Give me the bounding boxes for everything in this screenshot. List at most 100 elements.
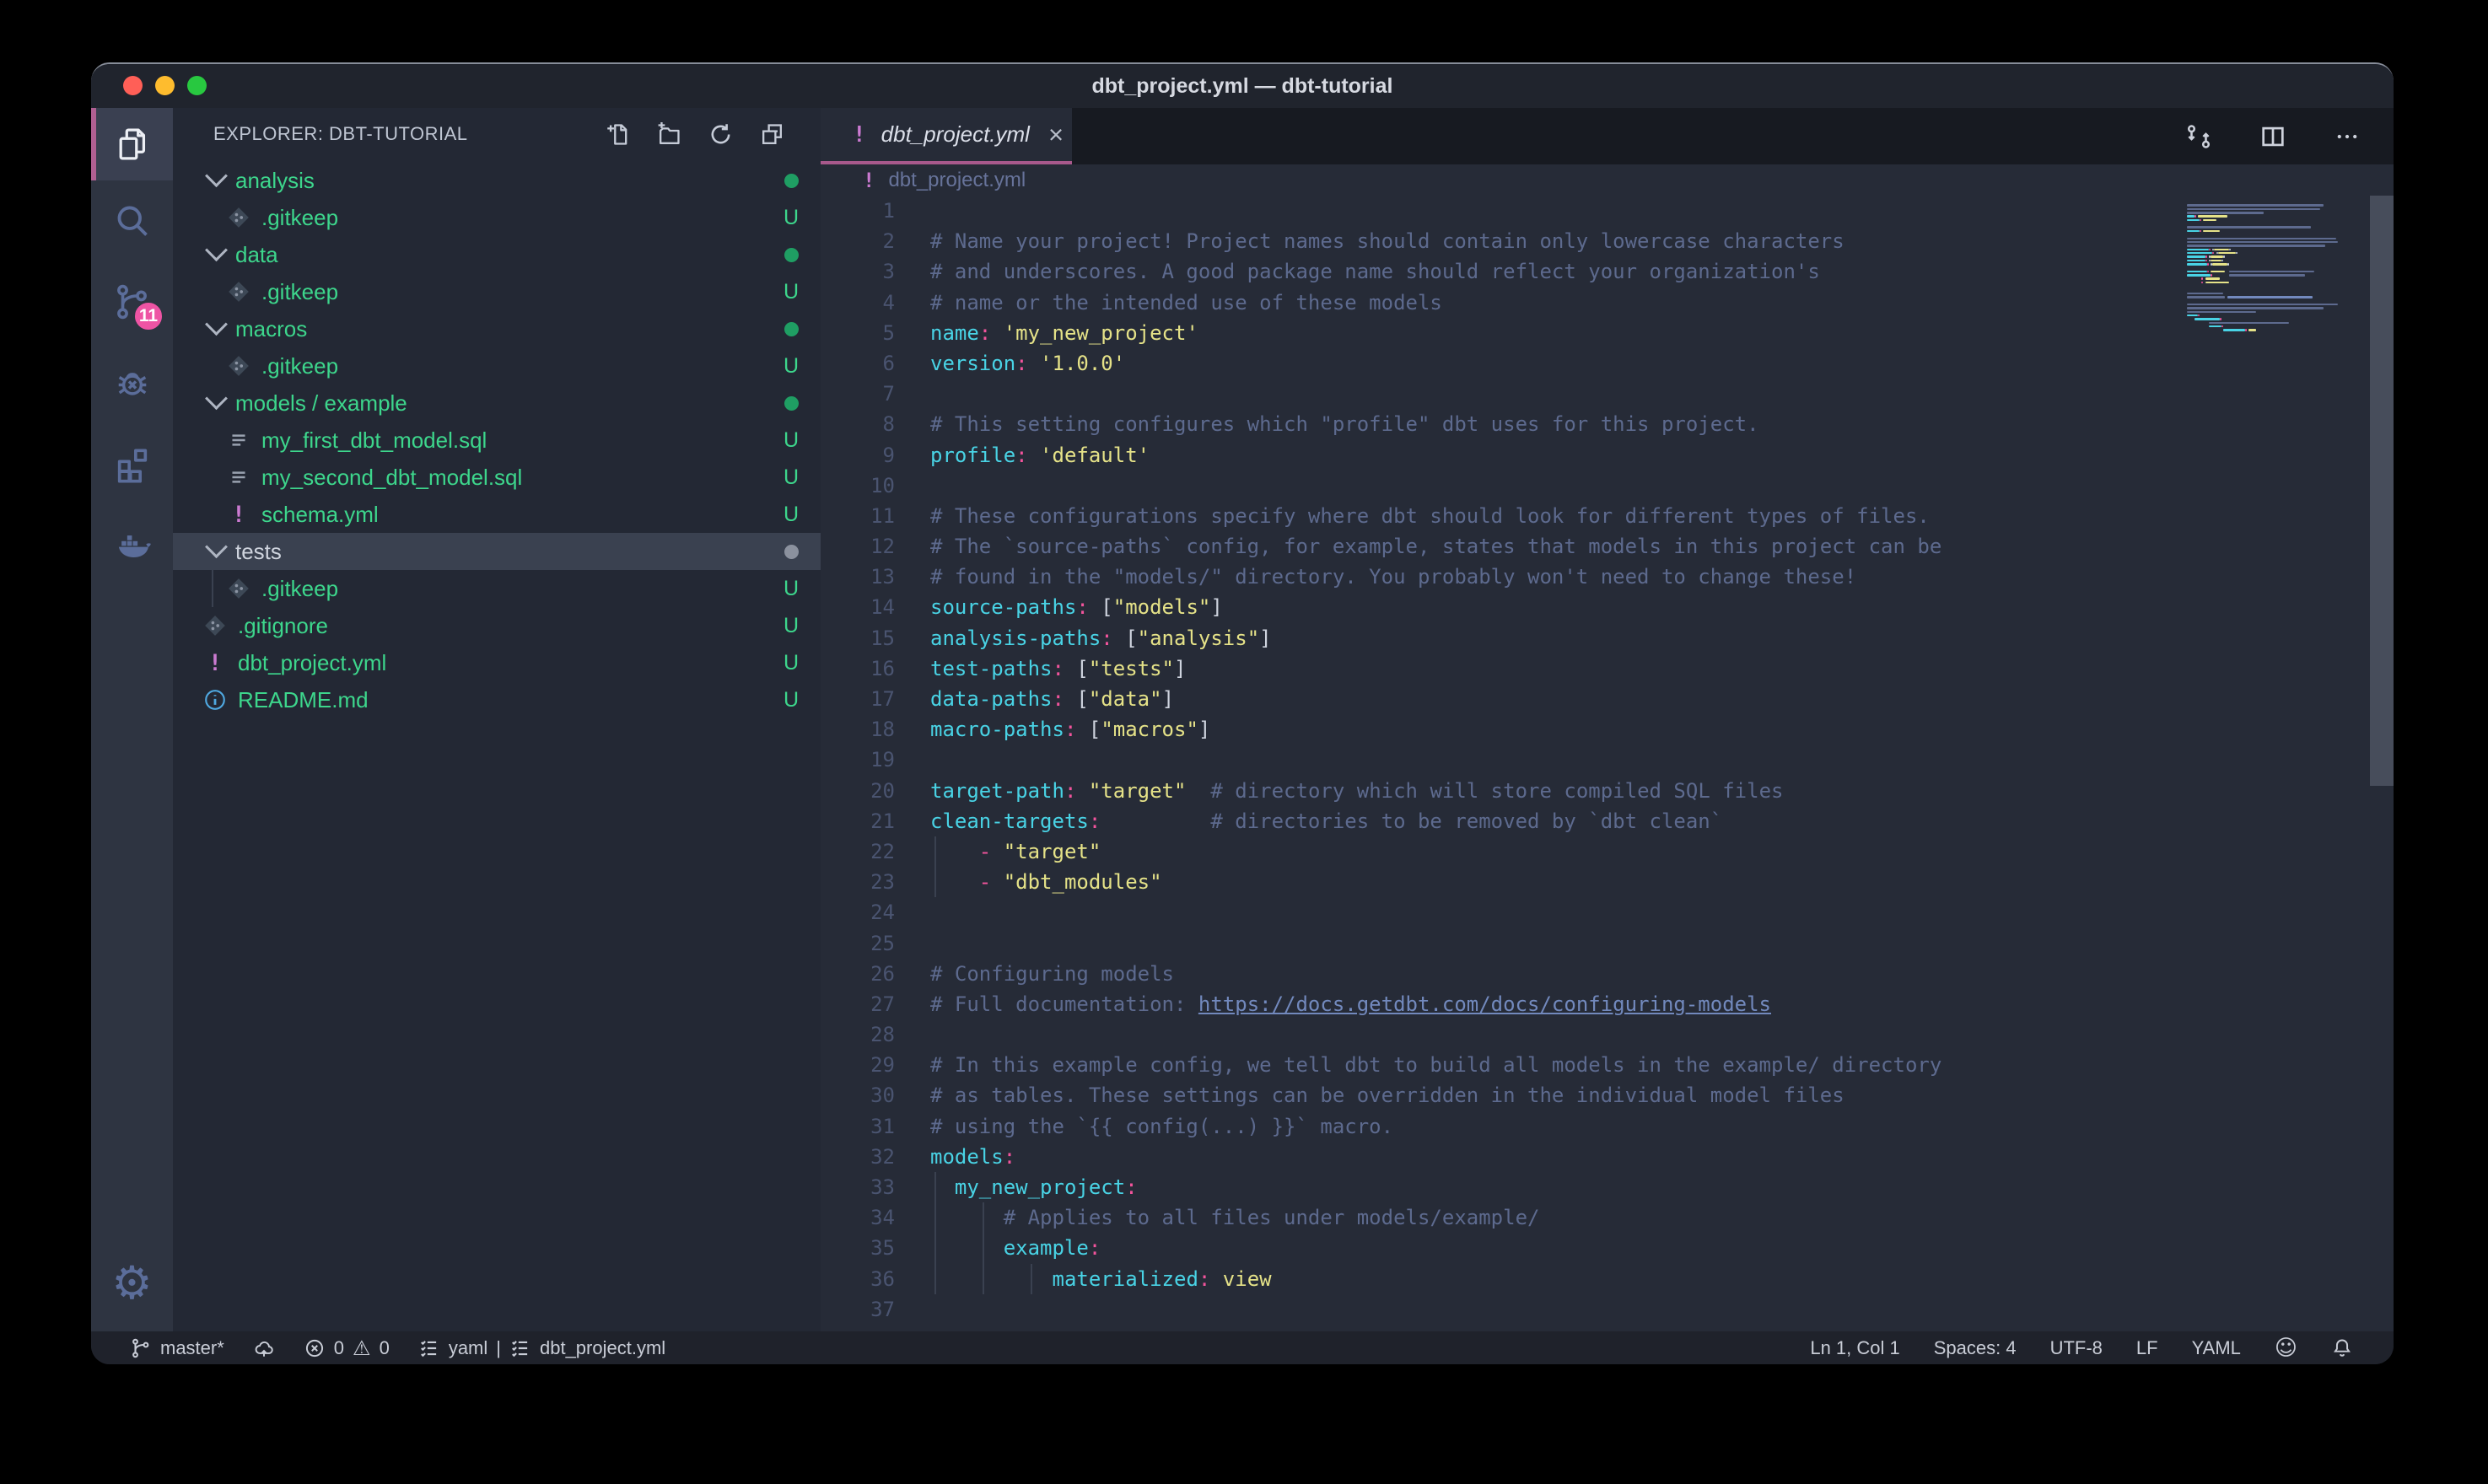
code-line-8[interactable]: 8# This setting configures which "profil… [821, 409, 2394, 439]
tree-file--gitkeep[interactable]: .gitkeepU [173, 347, 821, 384]
code-line-31[interactable]: 31# using the `{{ config(...) }}` macro. [821, 1111, 2394, 1142]
branch-status[interactable]: master* [130, 1337, 224, 1359]
line-number: 24 [821, 897, 895, 928]
eol-setting[interactable]: LF [2136, 1337, 2158, 1359]
activity-extensions[interactable] [91, 423, 173, 504]
tree-file--gitignore[interactable]: .gitignoreU [173, 607, 821, 644]
tab-dbt-project-yml[interactable]: ! dbt_project.yml × [821, 108, 1072, 164]
code-line-4[interactable]: 4# name or the intended use of these mod… [821, 288, 2394, 318]
more-actions-icon[interactable] [2333, 122, 2361, 151]
encoding-setting[interactable]: UTF-8 [2050, 1337, 2103, 1359]
zoom-window-button[interactable] [187, 76, 207, 95]
activity-explorer[interactable] [91, 108, 173, 180]
language-mode[interactable]: YAML [2192, 1337, 2241, 1359]
line-number: 17 [821, 684, 895, 714]
git-file-icon [227, 354, 250, 378]
close-window-button[interactable] [123, 76, 143, 95]
code-line-37[interactable]: 37 [821, 1294, 2394, 1325]
indentation-setting[interactable]: Spaces: 4 [1934, 1337, 2017, 1359]
code-line-30[interactable]: 30# as tables. These settings can be ove… [821, 1080, 2394, 1110]
scrollbar-thumb[interactable] [2370, 196, 2394, 786]
code-line-19[interactable]: 19 [821, 745, 2394, 775]
git-untracked-badge: U [784, 280, 799, 304]
tree-file-my-first-dbt-model-sql[interactable]: my_first_dbt_model.sqlU [173, 422, 821, 459]
code-line-32[interactable]: 32models: [821, 1142, 2394, 1172]
code-line-12[interactable]: 12# The `source-paths` config, for examp… [821, 531, 2394, 562]
code-line-22[interactable]: 22 - "target" [821, 836, 2394, 867]
refresh-icon[interactable] [708, 121, 734, 148]
code-line-3[interactable]: 3# and underscores. A good package name … [821, 256, 2394, 287]
scm-badge: 11 [132, 300, 164, 332]
minimap[interactable] [2187, 196, 2370, 1331]
code-line-28[interactable]: 28 [821, 1019, 2394, 1050]
breadcrumb[interactable]: ! dbt_project.yml [821, 164, 2394, 196]
tree-folder-macros[interactable]: macros [173, 310, 821, 347]
activity-settings[interactable]: ⚙ [91, 1247, 173, 1320]
code-line-9[interactable]: 9profile: 'default' [821, 440, 2394, 470]
code-line-1[interactable]: 1 [821, 196, 2394, 226]
code-line-15[interactable]: 15analysis-paths: ["analysis"] [821, 623, 2394, 653]
yaml-mode-status[interactable]: yaml | dbt_project.yml [418, 1337, 665, 1359]
collapse-folders-icon[interactable] [759, 121, 785, 148]
code-line-16[interactable]: 16test-paths: ["tests"] [821, 653, 2394, 684]
notifications-bell-icon[interactable] [2331, 1337, 2353, 1359]
git-file-icon [227, 206, 250, 229]
feedback-smiley-icon[interactable]: ☺ [2275, 1336, 2297, 1361]
new-folder-icon[interactable] [656, 121, 682, 148]
tree-file-my-second-dbt-model-sql[interactable]: my_second_dbt_model.sqlU [173, 459, 821, 496]
git-untracked-badge: U [784, 465, 799, 490]
code-line-23[interactable]: 23 - "dbt_modules" [821, 867, 2394, 897]
tree-folder-models-example[interactable]: models / example [173, 384, 821, 422]
code-line-11[interactable]: 11# These configurations specify where d… [821, 501, 2394, 531]
code-line-36[interactable]: 36 materialized: view [821, 1264, 2394, 1294]
tree-file-schema-yml[interactable]: !schema.ymlU [173, 496, 821, 533]
tree-folder-data[interactable]: data [173, 236, 821, 273]
activity-run-debug[interactable] [91, 342, 173, 423]
minimap-line-mark [2200, 230, 2201, 233]
code-line-25[interactable]: 25 [821, 928, 2394, 959]
minimap-line-mark [2187, 293, 2223, 295]
code-line-33[interactable]: 33 my_new_project: [821, 1172, 2394, 1202]
code-line-20[interactable]: 20target-path: "target" # directory whic… [821, 776, 2394, 806]
code-line-14[interactable]: 14source-paths: ["models"] [821, 592, 2394, 622]
code-line-7[interactable]: 7 [821, 379, 2394, 409]
code-line-13[interactable]: 13# found in the "models/" directory. Yo… [821, 562, 2394, 592]
line-number: 22 [821, 836, 895, 867]
code-line-6[interactable]: 6version: '1.0.0' [821, 348, 2394, 379]
open-changes-icon[interactable] [2184, 122, 2213, 151]
tree-file--gitkeep[interactable]: .gitkeepU [173, 570, 821, 607]
breadcrumb-file-label[interactable]: dbt_project.yml [888, 169, 1026, 192]
minimap-line-mark [2209, 325, 2221, 328]
new-file-icon[interactable] [605, 121, 631, 148]
code-line-17[interactable]: 17data-paths: ["data"] [821, 684, 2394, 714]
code-line-21[interactable]: 21clean-targets: # directories to be rem… [821, 806, 2394, 836]
problems-status[interactable]: 0 ⚠ 0 [304, 1336, 390, 1360]
tree-file-readme-md[interactable]: README.mdU [173, 681, 821, 718]
code-line-2[interactable]: 2# Name your project! Project names shou… [821, 226, 2394, 256]
close-tab-icon[interactable]: × [1048, 121, 1064, 148]
code-line-34[interactable]: 34 # Applies to all files under models/e… [821, 1202, 2394, 1233]
tree-file--gitkeep[interactable]: .gitkeepU [173, 273, 821, 310]
tree-folder-analysis[interactable]: analysis [173, 162, 821, 199]
activity-search[interactable] [91, 180, 173, 261]
sync-status[interactable] [253, 1337, 275, 1359]
code-line-27[interactable]: 27# Full documentation: https://docs.get… [821, 989, 2394, 1019]
code-line-26[interactable]: 26# Configuring models [821, 959, 2394, 989]
minimize-window-button[interactable] [155, 76, 175, 95]
code-line-24[interactable]: 24 [821, 897, 2394, 928]
code-line-18[interactable]: 18macro-paths: ["macros"] [821, 714, 2394, 745]
code-line-5[interactable]: 5name: 'my_new_project' [821, 318, 2394, 348]
code-editor[interactable]: 12# Name your project! Project names sho… [821, 196, 2394, 1331]
activity-source-control[interactable]: 11 [91, 261, 173, 342]
code-line-29[interactable]: 29# In this example config, we tell dbt … [821, 1050, 2394, 1080]
split-editor-icon[interactable] [2259, 122, 2287, 151]
minimap-line-mark [2187, 296, 2225, 298]
tree-file--gitkeep[interactable]: .gitkeepU [173, 199, 821, 236]
activity-docker[interactable] [91, 504, 173, 585]
cursor-position[interactable]: Ln 1, Col 1 [1810, 1337, 1899, 1359]
tree-item-label: models / example [235, 390, 407, 417]
code-line-35[interactable]: 35 example: [821, 1233, 2394, 1263]
code-line-10[interactable]: 10 [821, 470, 2394, 501]
tree-file-dbt-project-yml[interactable]: !dbt_project.ymlU [173, 644, 821, 681]
tree-folder-tests[interactable]: tests [173, 533, 821, 570]
